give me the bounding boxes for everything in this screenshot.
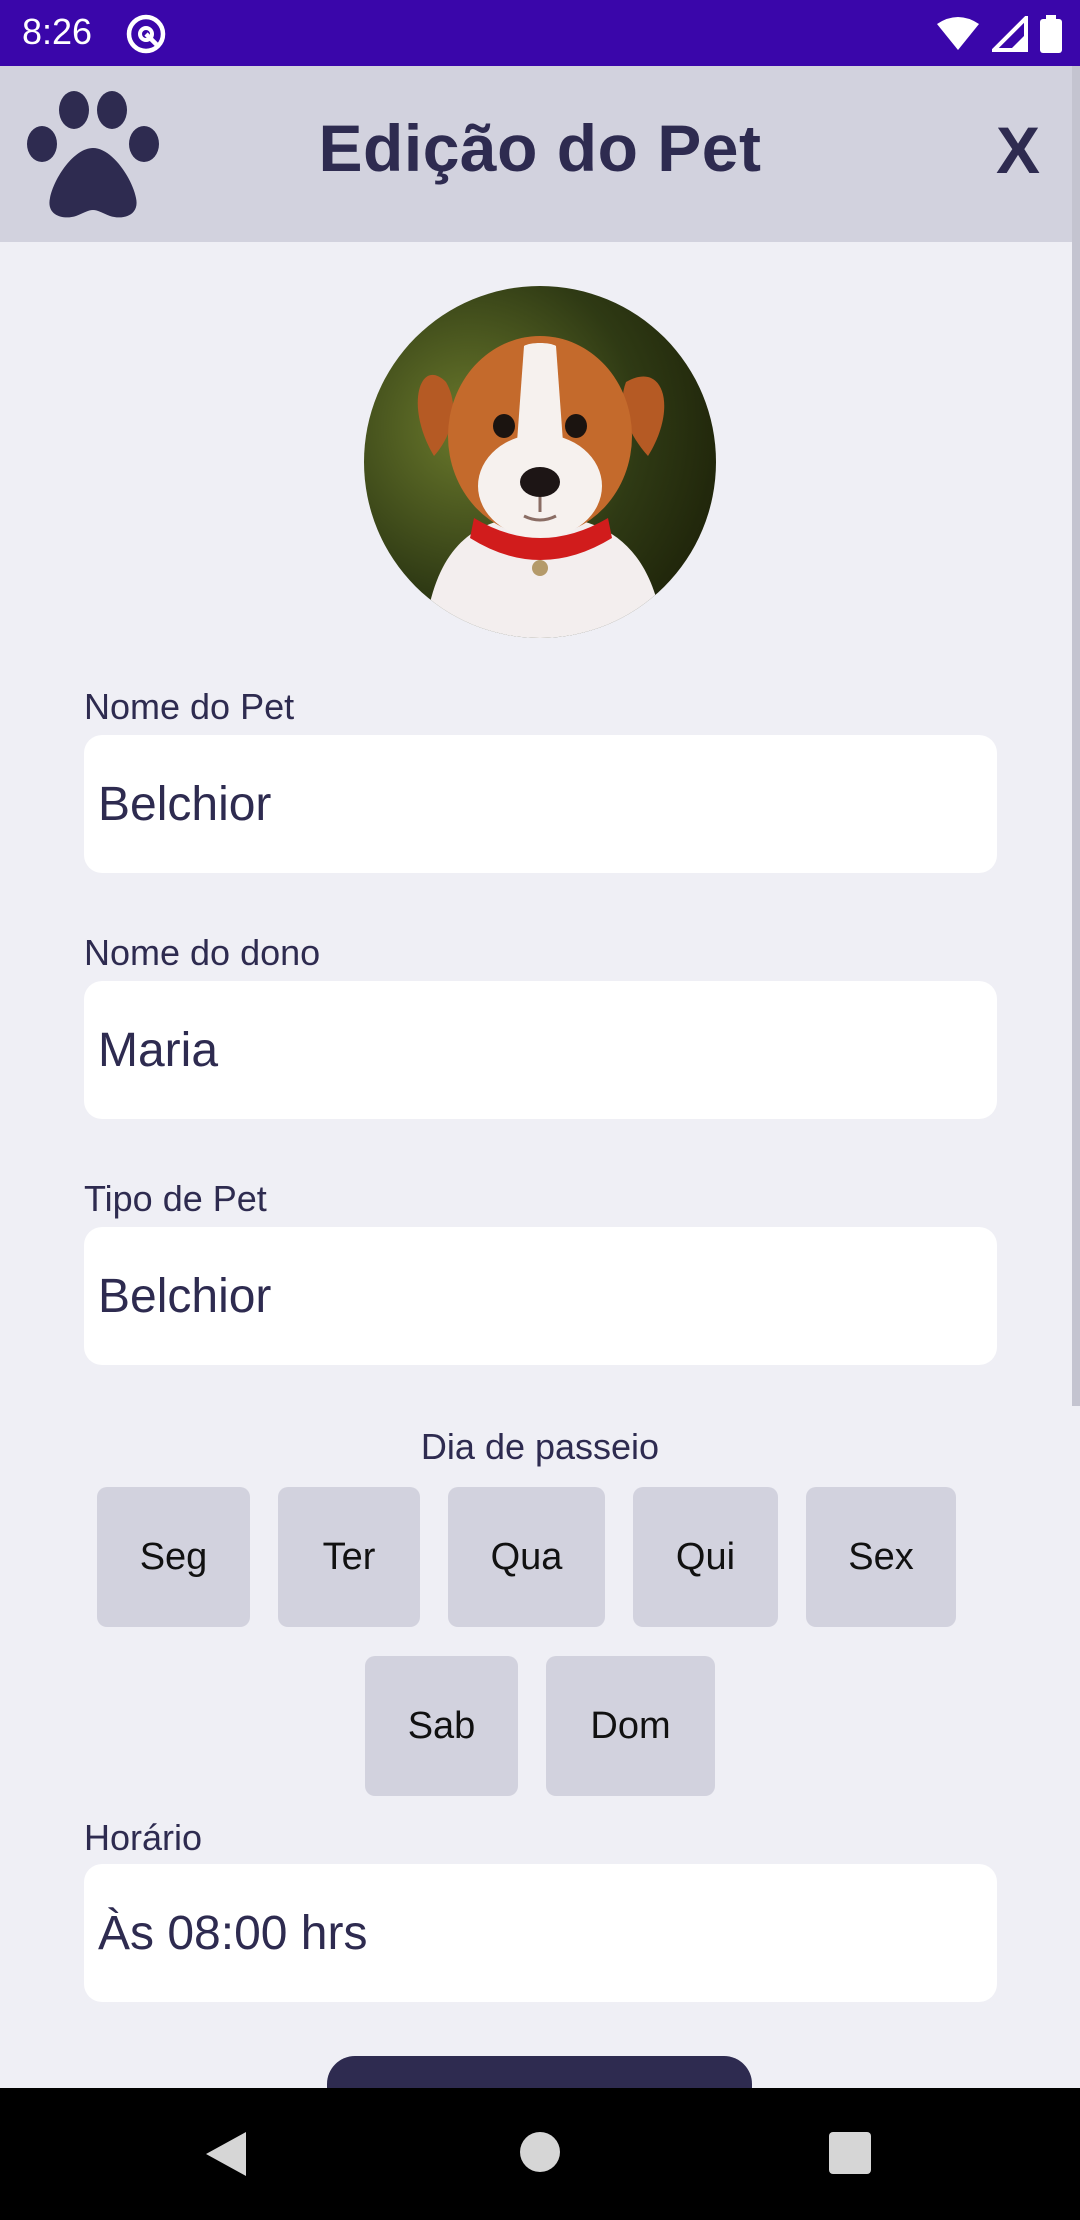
page-title: Edição do Pet — [318, 111, 762, 185]
pet-avatar[interactable] — [364, 286, 716, 638]
time-label: Horário — [84, 1817, 203, 1858]
day-button-ter[interactable]: Ter — [278, 1487, 420, 1627]
day-button-qua[interactable]: Qua — [448, 1487, 605, 1627]
back-icon[interactable] — [204, 2130, 248, 2178]
owner-name-label: Nome do dono — [84, 932, 321, 973]
pet-name-input[interactable]: Belchior — [84, 735, 997, 873]
pet-type-label: Tipo de Pet — [84, 1178, 267, 1219]
day-button-sab[interactable]: Sab — [365, 1656, 518, 1796]
navigation-bar — [0, 2088, 1080, 2220]
battery-icon — [1040, 15, 1062, 53]
app-bar: Edição do Pet X — [0, 66, 1080, 242]
pet-type-input[interactable]: Belchior — [84, 1227, 997, 1365]
status-time: 8:26 — [22, 11, 93, 52]
signal-icon — [992, 16, 1028, 52]
day-button-qui[interactable]: Qui — [633, 1487, 778, 1627]
walk-days-label: Dia de passeio — [420, 1426, 660, 1467]
recents-icon[interactable] — [829, 2132, 871, 2174]
owner-name-input[interactable]: Maria — [84, 981, 997, 1119]
day-button-sex[interactable]: Sex — [806, 1487, 956, 1627]
app-notification-icon — [126, 14, 166, 54]
day-button-seg[interactable]: Seg — [97, 1487, 250, 1627]
pet-name-label: Nome do Pet — [84, 686, 295, 727]
time-input[interactable]: Às 08:00 hrs — [84, 1864, 997, 2002]
close-button[interactable]: X — [996, 112, 1040, 188]
status-bar: 8:26 — [0, 0, 1080, 66]
scrollbar[interactable] — [1072, 66, 1080, 1406]
wifi-icon — [937, 17, 979, 50]
home-icon[interactable] — [520, 2132, 560, 2172]
day-button-dom[interactable]: Dom — [546, 1656, 715, 1796]
